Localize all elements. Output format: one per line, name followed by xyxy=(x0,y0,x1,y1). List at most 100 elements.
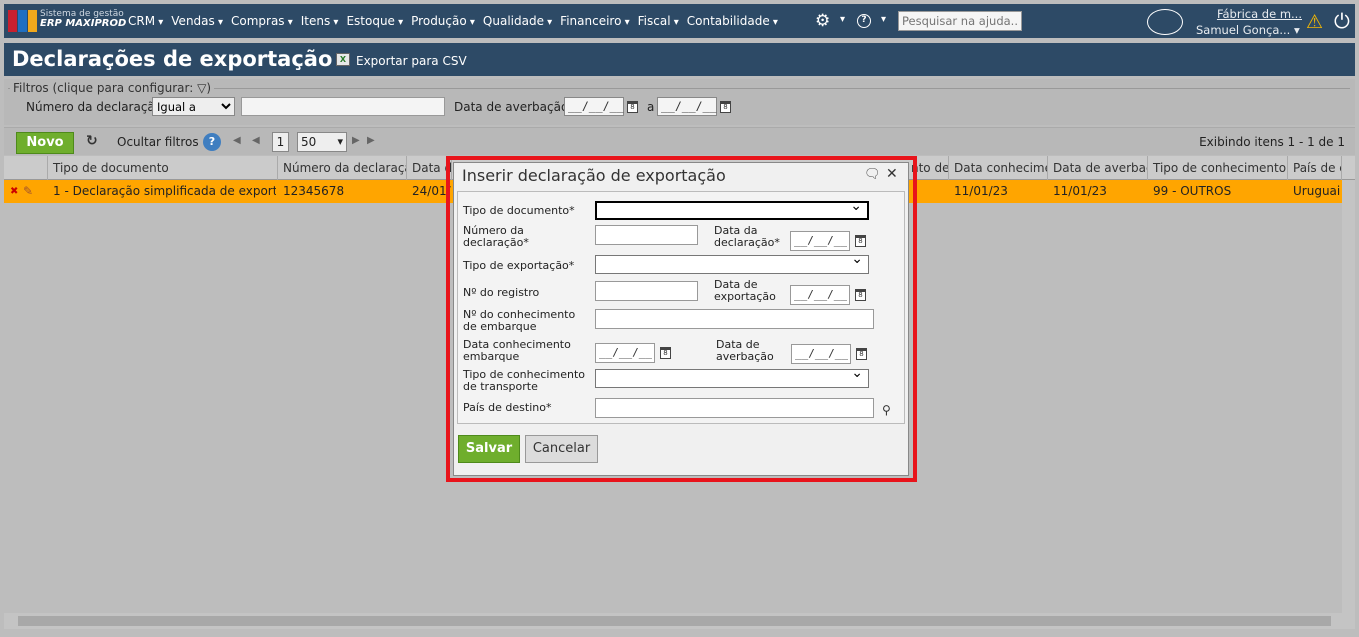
doc-type-label: Tipo de documento* xyxy=(463,204,575,217)
cell-numero-declaracao: 12345678 xyxy=(283,184,345,198)
menu-producao[interactable]: Produção xyxy=(411,14,475,28)
chevron-down-icon[interactable]: ▾ xyxy=(881,14,886,25)
header-data-conhecimento[interactable]: Data conhecimen xyxy=(949,156,1048,180)
calendar-icon[interactable]: 8 xyxy=(660,347,671,359)
endorse-date-input[interactable]: __/__/__ xyxy=(791,344,851,364)
filter-number-label: Número da declaração xyxy=(26,100,163,114)
close-icon[interactable]: ✕ xyxy=(886,166,898,182)
brand-line2: ERP MAXIPROD xyxy=(40,18,127,29)
bill-label: Nº do conhecimento de embarque xyxy=(463,309,575,333)
menu-contabilidade[interactable]: Contabilidade xyxy=(687,14,778,28)
export-date-input[interactable]: __/__/__ xyxy=(790,285,850,305)
export-date-label: Data de exportação xyxy=(714,279,776,303)
chevron-down-icon[interactable]: ▾ xyxy=(840,14,845,25)
maxiprod-logo[interactable] xyxy=(8,10,38,32)
decl-number-label-2: declaração* xyxy=(463,236,529,249)
export-type-select[interactable] xyxy=(595,251,869,274)
vertical-scrollbar[interactable] xyxy=(1342,180,1355,613)
calendar-icon[interactable]: 8 xyxy=(627,101,638,113)
calendar-icon[interactable]: 8 xyxy=(855,235,866,247)
filter-date-to[interactable]: __/__/__ xyxy=(657,97,717,116)
user-menu[interactable]: Samuel Gonça... ▾ xyxy=(1196,23,1300,37)
header-numero-declaracao[interactable]: Número da declaração xyxy=(278,156,407,180)
cell-tipo-documento: 1 - Declaração simplificada de exporta..… xyxy=(53,184,276,198)
hide-filters-button[interactable]: Ocultar filtros xyxy=(117,135,199,149)
menu-fiscal[interactable]: Fiscal xyxy=(638,14,679,28)
help-icon[interactable]: ? xyxy=(203,133,221,151)
registry-input[interactable] xyxy=(595,281,698,301)
transport-label: Tipo de conhecimento de transporte xyxy=(463,369,585,393)
cell-data-conhecimento: 11/01/23 xyxy=(954,184,1008,198)
bill-date-input[interactable]: __/__/__ xyxy=(595,343,655,363)
grid-toolbar: Novo ↻ Ocultar filtros ? ◀ ◀ 1 50 ▶ ▶ Ex… xyxy=(4,127,1355,155)
header-tipo-conhecimento[interactable]: Tipo de conhecimento de xyxy=(1148,156,1288,180)
decl-date-input[interactable]: __/__/__ xyxy=(790,231,850,251)
gear-icon[interactable]: ⚙ xyxy=(815,11,830,31)
last-page-icon[interactable]: ▶ xyxy=(367,135,375,146)
header-pais-destino[interactable]: País de c xyxy=(1288,156,1342,180)
decl-number-input[interactable] xyxy=(595,225,698,245)
comment-icon[interactable]: 🗨 xyxy=(864,167,881,182)
header-data-averbacao[interactable]: Data de averbaçã xyxy=(1048,156,1148,180)
edit-icon[interactable]: ✎ xyxy=(23,184,33,198)
filter-operator-select[interactable]: Igual a xyxy=(152,97,235,116)
dialog-title: Inserir declaração de exportação xyxy=(462,166,726,185)
refresh-icon[interactable]: ↻ xyxy=(86,133,98,149)
menu-vendas[interactable]: Vendas xyxy=(171,14,223,28)
endorse-date-label-2: averbação xyxy=(716,350,774,363)
cell-pais-destino: Uruguai xyxy=(1293,184,1340,198)
bill-date-label-2: embarque xyxy=(463,350,520,363)
company-link[interactable]: Fábrica de m... xyxy=(1200,7,1302,21)
horizontal-scrollbar[interactable] xyxy=(4,613,1355,629)
main-menu: CRM Vendas Compras Itens Estoque Produçã… xyxy=(128,14,786,28)
items-count: Exibindo itens 1 - 1 de 1 xyxy=(1199,135,1345,149)
next-page-icon[interactable]: ▶ xyxy=(352,135,360,146)
calendar-icon[interactable]: 8 xyxy=(720,101,731,113)
transport-select[interactable] xyxy=(595,365,869,388)
menu-qualidade[interactable]: Qualidade xyxy=(483,14,552,28)
chat-icon[interactable] xyxy=(1147,9,1183,35)
filter-number-input[interactable] xyxy=(241,97,445,116)
funnel-icon[interactable]: ▽ xyxy=(197,81,206,95)
cell-data-averbacao: 11/01/23 xyxy=(1053,184,1107,198)
header-tipo-documento[interactable]: Tipo de documento xyxy=(48,156,278,180)
bill-date-label: Data conhecimento embarque xyxy=(463,339,571,363)
new-button[interactable]: Novo xyxy=(16,132,74,154)
transport-label-2: de transporte xyxy=(463,380,538,393)
menu-financeiro[interactable]: Financeiro xyxy=(560,14,629,28)
cancel-button[interactable]: Cancelar xyxy=(525,435,598,463)
export-date-label-2: exportação xyxy=(714,290,776,303)
save-button[interactable]: Salvar xyxy=(458,435,520,463)
filter-date-label: Data de averbação xyxy=(454,100,569,114)
export-csv-button[interactable]: Exportar para CSV xyxy=(356,54,467,68)
doc-type-select[interactable] xyxy=(595,198,869,220)
page-header: Declarações de exportação X Exportar par… xyxy=(4,43,1355,76)
filters-legend-text: Filtros (clique para configurar: xyxy=(13,81,194,95)
delete-icon[interactable]: ✖ xyxy=(10,186,18,197)
endorse-date-label: Data de averbação xyxy=(716,339,774,363)
bill-input[interactable] xyxy=(595,309,874,329)
prev-page-icon[interactable]: ◀ xyxy=(252,135,260,146)
scrollbar-thumb[interactable] xyxy=(18,616,1331,626)
page-number-input[interactable]: 1 xyxy=(272,132,289,152)
menu-estoque[interactable]: Estoque xyxy=(346,14,403,28)
filter-date-from[interactable]: __/__/__ xyxy=(564,97,624,116)
calendar-icon[interactable]: 8 xyxy=(855,289,866,301)
filters-legend[interactable]: Filtros (clique para configurar: ▽) xyxy=(10,81,214,95)
search-icon[interactable]: ⚲ xyxy=(882,403,891,417)
app-window: Sistema de gestão ERP MAXIPROD CRM Venda… xyxy=(0,0,1359,637)
warning-icon[interactable]: ⚠ xyxy=(1306,11,1323,33)
help-search-input[interactable] xyxy=(898,11,1022,31)
first-page-icon[interactable]: ◀ xyxy=(233,135,243,146)
spreadsheet-icon[interactable]: X xyxy=(336,53,350,66)
page-size-select[interactable]: 50 xyxy=(297,132,347,152)
filters-legend-end: ) xyxy=(206,81,212,95)
help-icon[interactable]: ? xyxy=(857,14,871,28)
country-input[interactable] xyxy=(595,398,874,418)
menu-itens[interactable]: Itens xyxy=(301,14,339,28)
decl-date-label: Data da declaração* xyxy=(714,225,780,249)
calendar-icon[interactable]: 8 xyxy=(856,348,867,360)
menu-compras[interactable]: Compras xyxy=(231,14,293,28)
power-icon[interactable]: ⏻ xyxy=(1334,9,1350,33)
menu-crm[interactable]: CRM xyxy=(128,14,163,28)
